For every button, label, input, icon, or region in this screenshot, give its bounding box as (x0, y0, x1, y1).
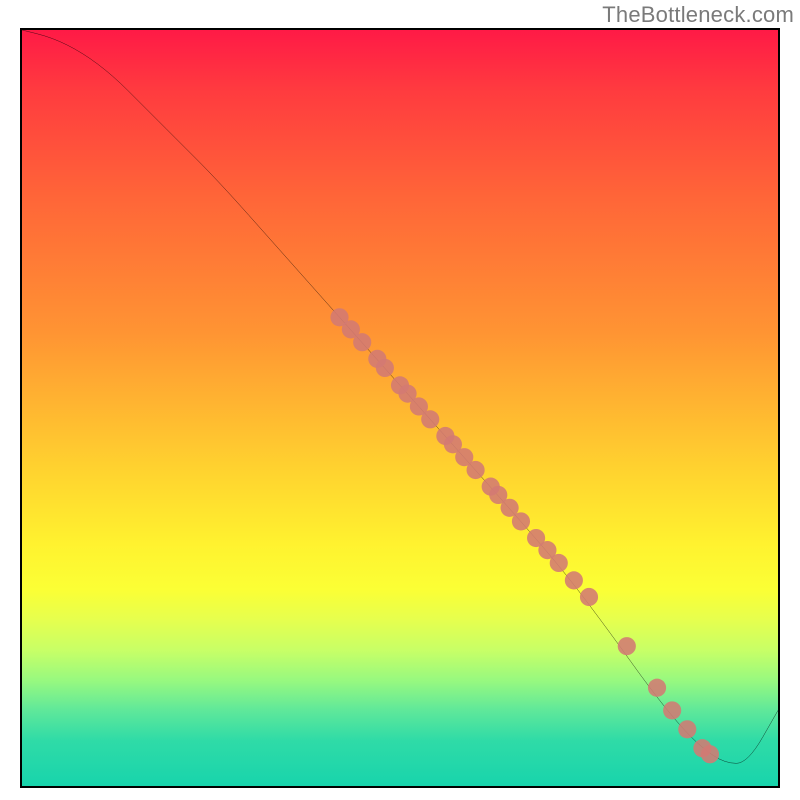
data-point (565, 571, 583, 589)
watermark-text: TheBottleneck.com (602, 2, 794, 28)
chart-stage: TheBottleneck.com (0, 0, 800, 800)
data-point (648, 679, 666, 697)
chart-svg (22, 30, 778, 786)
data-point (701, 745, 719, 763)
data-point (678, 720, 696, 738)
data-point (618, 637, 636, 655)
data-point (467, 461, 485, 479)
data-point (512, 512, 530, 530)
data-point (376, 359, 394, 377)
data-point (663, 701, 681, 719)
data-points (330, 308, 719, 763)
data-point (421, 410, 439, 428)
data-point (353, 333, 371, 351)
data-point (550, 554, 568, 572)
plot-area (20, 28, 780, 788)
data-point (580, 588, 598, 606)
